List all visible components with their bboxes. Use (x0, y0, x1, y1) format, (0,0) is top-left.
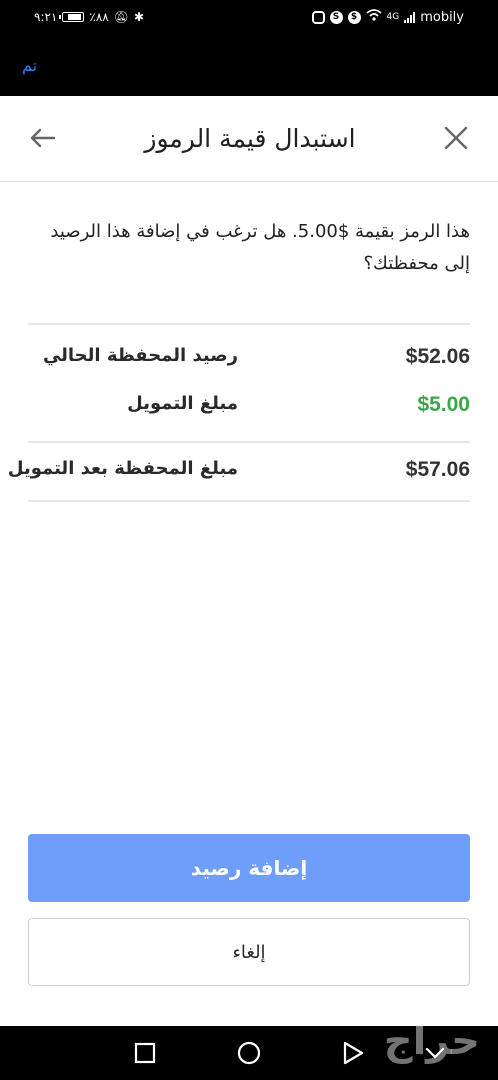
status-time: ٩:٢١ (34, 10, 58, 24)
back-button[interactable] (24, 118, 64, 158)
home-button[interactable] (236, 1040, 262, 1066)
new-balance-amount: $57.06 (405, 458, 470, 481)
carrier-name: mobily (420, 9, 464, 25)
mute-icon: 🔕︎ (113, 10, 129, 24)
new-balance-row: مبلغ المحفظة بعد التمويل $57.06 (8, 458, 470, 488)
new-balance-label: مبلغ المحفظة بعد التمويل (7, 458, 238, 479)
funding-amount-row: مبلغ التمويل $5.00 (28, 393, 470, 423)
redeem-message: هذا الرمز بقيمة $5.00. هل ترغب في إضافة … (50, 221, 470, 274)
wifi-icon (365, 9, 382, 25)
instagram-icon (311, 10, 325, 24)
status-right: S $ 4G mobily (311, 8, 464, 26)
add-balance-button[interactable]: إضافة رصيد (28, 834, 470, 902)
dialog-header: استبدال قيمة الرموز (0, 96, 498, 182)
arrow-left-icon (30, 128, 56, 148)
square-icon (134, 1042, 156, 1064)
funding-amount-label: مبلغ التمويل (127, 393, 238, 414)
done-button[interactable]: تم (22, 56, 37, 75)
triangle-back-icon (343, 1041, 364, 1065)
app-notification-icon: $ (347, 10, 361, 24)
current-balance-label: رصيد المحفظة الحالي (42, 345, 238, 366)
status-left: ٩:٢١ ٪٨٨ 🔕︎ ✱ (34, 8, 144, 26)
signal-icon (404, 11, 416, 23)
close-icon (444, 126, 468, 150)
divider-bottom (28, 500, 470, 502)
bluetooth-icon: ✱ (133, 10, 145, 24)
circle-icon (237, 1041, 261, 1065)
current-balance-row: رصيد المحفظة الحالي $52.06 (28, 345, 470, 375)
snapchat-icon: S (329, 10, 343, 24)
battery-percent: ٪٨٨ (89, 10, 109, 24)
funding-amount-value: $5.00 (417, 393, 470, 416)
network-type: 4G (386, 12, 400, 22)
divider-middle (28, 441, 470, 443)
current-balance-amount: $52.06 (405, 345, 470, 368)
status-bar: ٩:٢١ ٪٨٨ 🔕︎ ✱ S $ 4G mobily (0, 0, 498, 34)
dialog-title: استبدال قيمة الرموز (144, 124, 356, 153)
recents-button[interactable] (132, 1040, 158, 1066)
back-nav-button[interactable] (340, 1040, 366, 1066)
close-button[interactable] (436, 118, 476, 158)
divider-top (28, 323, 470, 325)
battery-icon (59, 12, 85, 22)
top-bar (0, 34, 498, 96)
watermark-logo: حراج (383, 1018, 480, 1064)
cancel-button[interactable]: إلغاء (28, 918, 470, 986)
